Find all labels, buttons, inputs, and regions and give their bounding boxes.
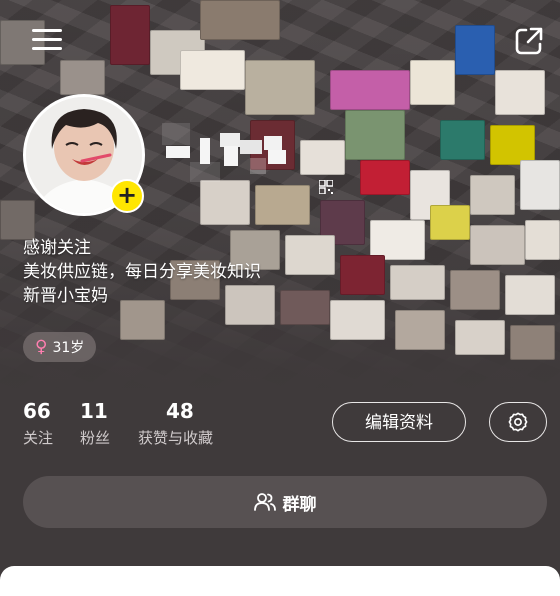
follow-add-button[interactable]: +: [110, 179, 144, 213]
female-icon: ♀: [35, 336, 48, 357]
stat-following-count: 66: [23, 399, 51, 423]
stat-following[interactable]: 66 关注: [23, 398, 53, 449]
stat-followers-label: 粉丝: [80, 429, 111, 447]
stat-following-label: 关注: [23, 429, 54, 447]
gender-age-tag: ♀ 31岁: [23, 332, 97, 362]
stat-likes-label: 获赞与收藏: [138, 429, 214, 447]
bio-line: 新晋小宝妈: [23, 286, 108, 306]
stat-likes-collections[interactable]: 48 获赞与收藏: [138, 398, 213, 449]
people-icon: [253, 493, 276, 511]
bio-line: 美妆供应链，每日分享美妆知识: [23, 262, 261, 282]
stat-followers[interactable]: 11 粉丝: [80, 398, 110, 449]
profile-bio: 感谢关注 美妆供应链，每日分享美妆知识 新晋小宝妈: [23, 236, 261, 308]
hamburger-menu-icon[interactable]: [30, 26, 64, 52]
stat-likes-count: 48: [166, 399, 194, 423]
group-chat-label: 群聊: [282, 494, 317, 515]
qr-code-icon[interactable]: [319, 180, 333, 194]
settings-button[interactable]: [489, 402, 547, 442]
bio-line: 感谢关注: [23, 238, 91, 258]
nickname-pixelated: [160, 118, 305, 188]
edit-profile-button[interactable]: 编辑资料: [332, 402, 466, 442]
group-chat-button[interactable]: 群聊: [23, 476, 547, 528]
external-share-icon[interactable]: [514, 26, 544, 56]
profile-avatar-container[interactable]: +: [23, 94, 147, 218]
age-label: 31岁: [52, 340, 85, 356]
content-sheet-top: [0, 566, 560, 596]
gear-icon: [508, 412, 528, 432]
stat-followers-count: 11: [80, 399, 108, 423]
